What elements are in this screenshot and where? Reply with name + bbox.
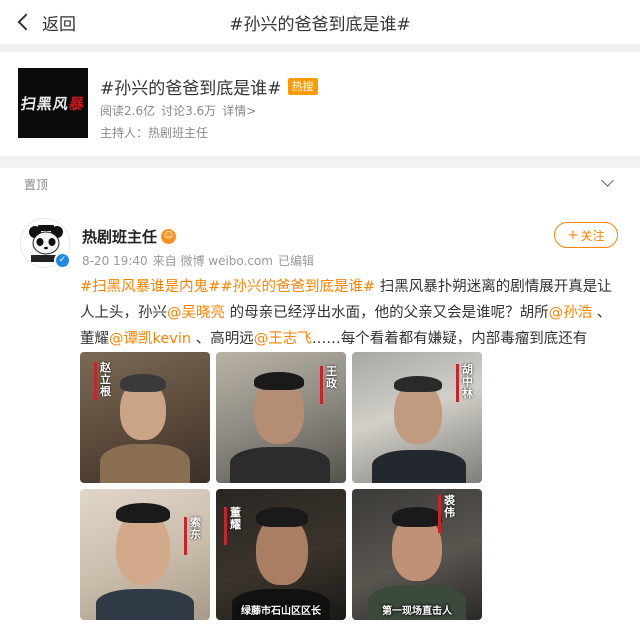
hashtag-link[interactable]: #扫黑风暴谁是内鬼# [80,279,220,295]
topic-stats: 阅读2.6亿 讨论3.6万 详情> [100,102,262,119]
topic-host: 主持人：热剧班主任 [100,126,209,140]
post-text-segment: 的母亲已经浮出水面，他的父亲又会是谁呢？胡所 [225,305,549,321]
details-link[interactable]: 详情> [222,104,256,118]
back-button[interactable]: 返回 [14,8,76,36]
photo-grid: 赵立根 王政 胡中林 索东 董耀 绿藤市石山区区长 裘伟 第一现场直击人 [80,352,484,620]
character-name: 裘伟 [444,494,455,519]
author-row: 热剧班主任 ☺ [82,226,177,247]
discussion-count: 讨论3.6万 [161,104,217,118]
post-edited: 已编辑 [278,254,315,268]
chevron-down-icon[interactable] [601,174,614,187]
topic-cover-logo: 扫黑风暴 [19,94,87,113]
chevron-left-icon [17,13,35,31]
photo-thumbnail[interactable]: 胡中林 [352,352,482,483]
photo-thumbnail[interactable]: 索东 [80,489,210,620]
member-badge-icon: ☺ [161,229,177,244]
pinned-label: 置顶 [24,178,49,192]
post-text-segment: 、高明远 [191,331,254,347]
character-name: 胡中林 [462,363,473,400]
weibo-post: ✓ 热剧班主任 ☺ 8-20 19:40 来自 微博 weibo.com 已编辑 +… [0,200,640,628]
follow-button[interactable]: + 关注 [554,222,618,248]
photo-caption: 第一现场直击人 [382,606,452,617]
mention-link[interactable]: @王志飞 [254,331,312,347]
follow-label: 关注 [580,228,605,243]
character-name: 王政 [326,365,337,390]
verified-badge-icon: ✓ [54,252,71,269]
mention-link[interactable]: @谭凯kevin [109,331,191,347]
photo-thumbnail[interactable]: 王政 [216,352,346,483]
topic-cover-image[interactable]: 扫黑风暴 [18,68,88,138]
hashtag-link[interactable]: #孙兴的爸爸到底是谁# [220,279,375,295]
top-nav-bar: 返回 #孙兴的爸爸到底是谁# [0,0,640,44]
topic-title-row: #孙兴的爸爸到底是谁# 热搜 [100,74,318,99]
topic-header: 扫黑风暴 #孙兴的爸爸到底是谁# 热搜 阅读2.6亿 讨论3.6万 详情> 主持人：… [0,52,640,156]
pinned-bar: 置顶 [0,168,640,200]
hot-badge: 热搜 [287,78,318,95]
photo-thumbnail[interactable]: 董耀 绿藤市石山区区长 [216,489,346,620]
back-label: 返回 [42,14,76,35]
author-name[interactable]: 热剧班主任 [82,226,157,247]
page-title: #孙兴的爸爸到底是谁# [229,15,411,35]
read-count: 阅读2.6亿 [100,104,156,118]
mention-link[interactable]: @吴晓亮 [167,305,225,321]
plus-icon: + [567,227,579,243]
character-name: 索东 [190,516,201,541]
character-name: 董耀 [230,506,241,531]
post-time: 8-20 19:40 [82,254,148,268]
photo-thumbnail[interactable]: 赵立根 [80,352,210,483]
photo-caption: 绿藤市石山区区长 [241,606,321,617]
mention-link[interactable]: @孙浩 [549,305,593,321]
topic-title: #孙兴的爸爸到底是谁# [100,79,282,99]
post-source: 来自 微博 weibo.com [152,254,273,268]
post-meta: 8-20 19:40 来自 微博 weibo.com 已编辑 [82,252,319,269]
character-name: 赵立根 [100,361,111,398]
photo-thumbnail[interactable]: 裘伟 第一现场直击人 [352,489,482,620]
